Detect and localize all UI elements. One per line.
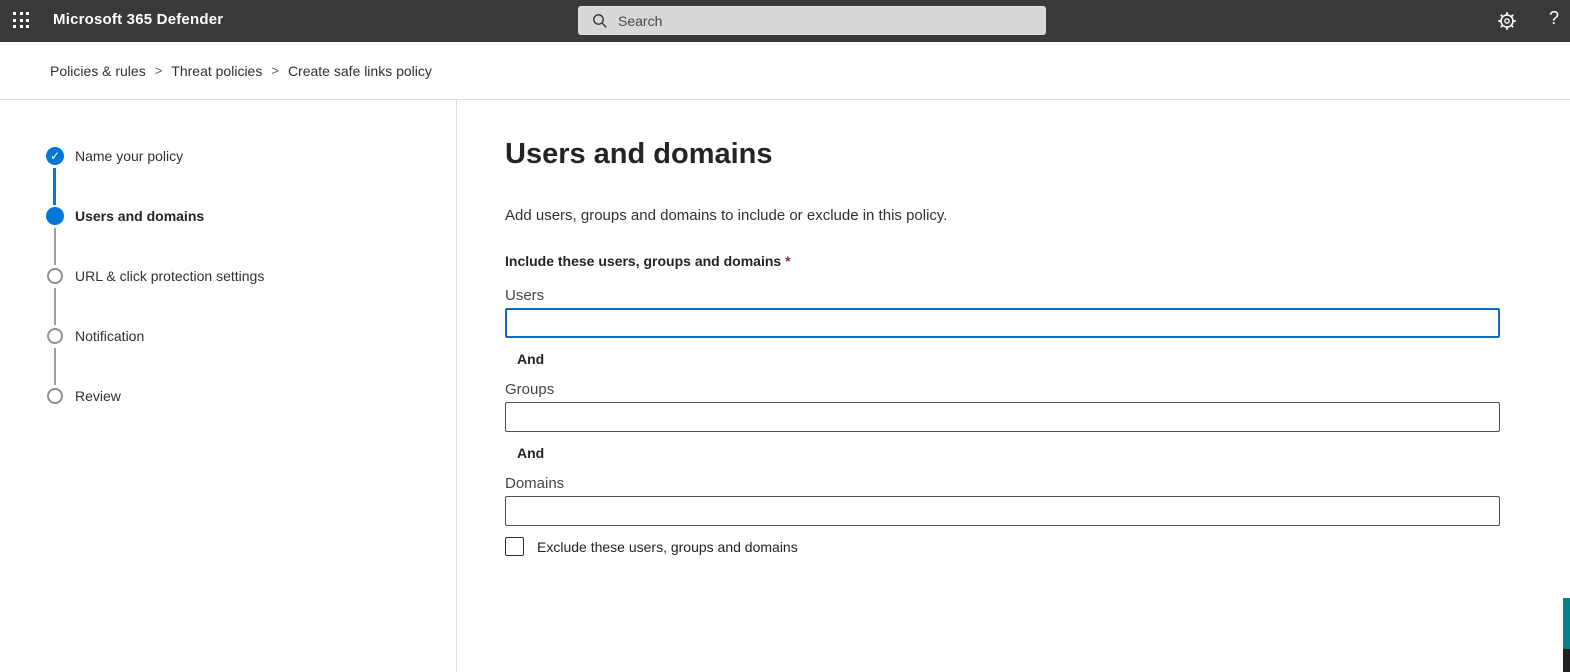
domains-input[interactable] — [505, 496, 1500, 526]
step-current-dot — [46, 207, 64, 225]
exclude-checkbox-label[interactable]: Exclude these users, groups and domains — [537, 539, 798, 555]
users-input[interactable] — [505, 308, 1500, 338]
app-launcher-icon[interactable] — [13, 12, 31, 30]
exclude-checkbox[interactable] — [505, 537, 524, 556]
step-label: Review — [75, 388, 121, 404]
global-search[interactable] — [578, 6, 1046, 35]
step-upcoming-dot — [47, 388, 63, 404]
include-section-label: Include these users, groups and domains* — [505, 253, 791, 269]
and-separator: And — [517, 445, 544, 461]
step-upcoming-dot — [47, 268, 63, 284]
step-connector — [54, 348, 56, 385]
breadcrumb: Policies & rules > Threat policies > Cre… — [0, 42, 1570, 100]
step-label: Notification — [75, 328, 144, 344]
step-label: Name your policy — [75, 148, 183, 164]
help-button[interactable]: ? — [1549, 8, 1559, 29]
exclude-checkbox-row[interactable]: Exclude these users, groups and domains — [505, 537, 798, 556]
users-field-label: Users — [505, 287, 544, 304]
app-header: Microsoft 365 Defender ? — [0, 0, 1570, 42]
search-input[interactable] — [618, 7, 1045, 34]
step-completed-check-icon: ✓ — [46, 147, 64, 165]
edge-dark-bar — [1563, 649, 1570, 672]
chevron-right-icon: > — [271, 63, 279, 78]
groups-field-label: Groups — [505, 381, 554, 398]
settings-button[interactable] — [1497, 11, 1517, 31]
step-connector — [53, 168, 56, 205]
chevron-right-icon: > — [155, 63, 163, 78]
groups-input[interactable] — [505, 402, 1500, 432]
and-separator: And — [517, 351, 544, 367]
gear-icon — [1497, 11, 1517, 31]
step-label: Users and domains — [75, 208, 204, 224]
magnifier-icon — [592, 13, 608, 29]
breadcrumb-current-page: Create safe links policy — [288, 63, 432, 79]
app-title: Microsoft 365 Defender — [53, 11, 223, 28]
page-body: ✓ Name your policy Users and domains URL… — [0, 100, 1570, 672]
page-description: Add users, groups and domains to include… — [505, 207, 947, 224]
breadcrumb-policies-rules[interactable]: Policies & rules — [50, 63, 146, 79]
required-marker: * — [785, 253, 790, 269]
step-upcoming-dot — [47, 328, 63, 344]
step-connector — [54, 228, 56, 265]
edge-scrollbar-accent[interactable] — [1563, 598, 1570, 649]
wizard-steps-rail: ✓ Name your policy Users and domains URL… — [0, 100, 457, 672]
wizard-page-content: Users and domains Add users, groups and … — [457, 100, 1570, 672]
page-title: Users and domains — [505, 138, 773, 171]
breadcrumb-threat-policies[interactable]: Threat policies — [171, 63, 262, 79]
step-label: URL & click protection settings — [75, 268, 264, 284]
domains-field-label: Domains — [505, 475, 564, 492]
step-connector — [54, 288, 56, 325]
